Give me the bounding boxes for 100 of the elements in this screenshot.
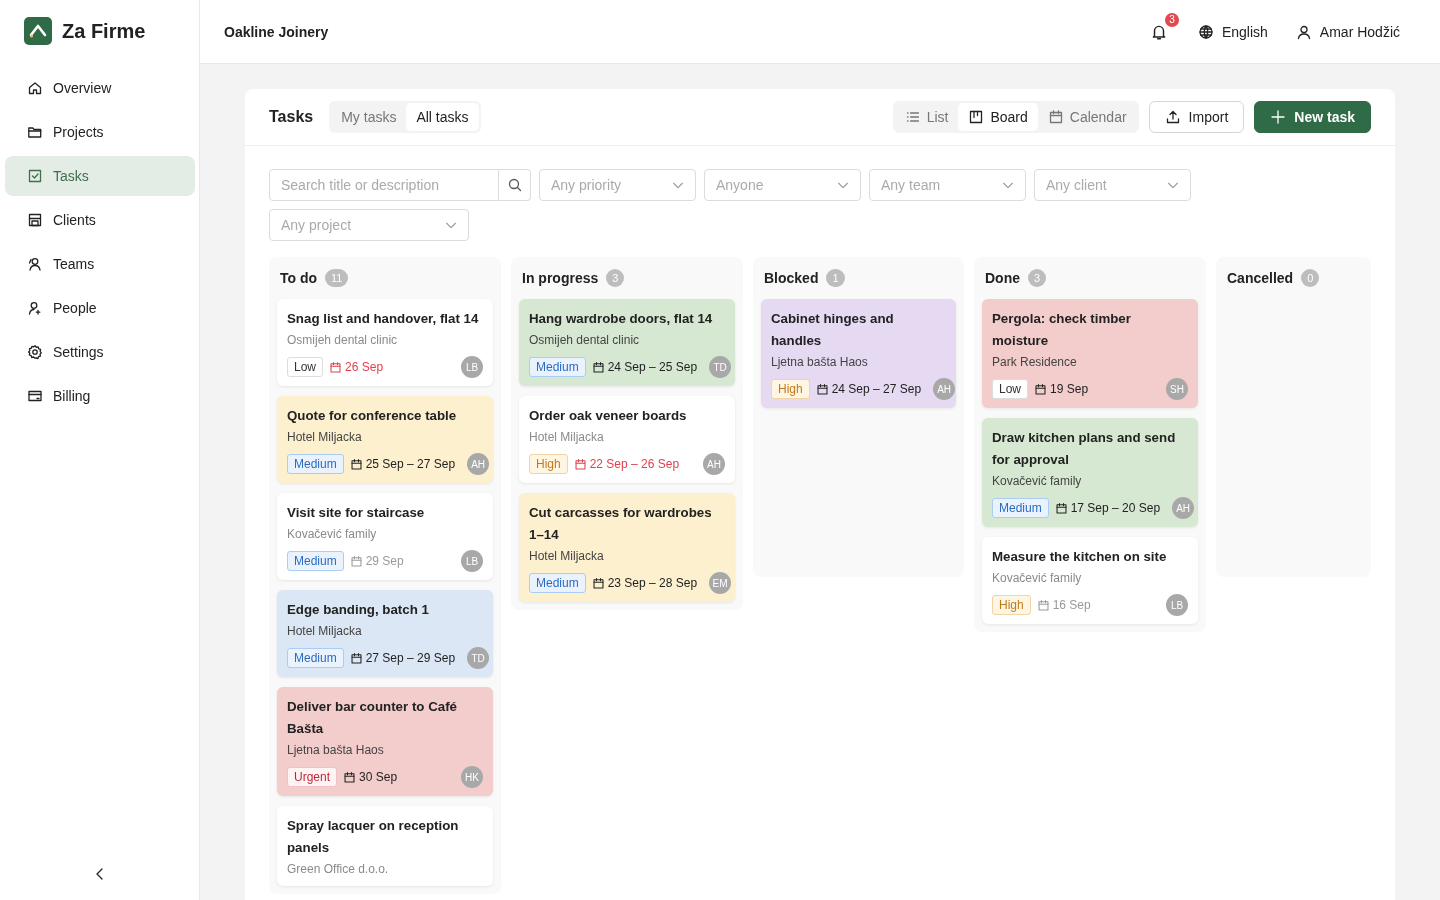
column-title: In progress: [522, 270, 599, 286]
due-date: 16 Sep: [1052, 598, 1091, 612]
user-icon: [1295, 23, 1312, 40]
assignee-avatar: AH: [467, 453, 490, 475]
assignee-avatar: LB: [1166, 594, 1188, 616]
calendar-icon: [349, 651, 363, 665]
scope-tab[interactable]: My tasks: [331, 103, 407, 131]
task-card[interactable]: Snag list and handover, flat 14 Osmijeh dental clinic Low 26 Sep LB: [277, 299, 493, 386]
view-tab[interactable]: Calendar: [1037, 103, 1137, 131]
task-card[interactable]: Measure the kitchen on site Kovačević family High 16 Sep LB: [982, 537, 1198, 624]
calendar-icon: [1036, 598, 1050, 612]
sidebar-item[interactable]: Teams: [5, 244, 195, 284]
client-name: Osmijeh dental clinic: [287, 332, 399, 349]
priority-tag: Low: [287, 357, 323, 377]
view-tab[interactable]: List: [894, 103, 959, 131]
sidebar-item[interactable]: People: [5, 288, 195, 328]
due-date: 26 Sep: [345, 360, 384, 374]
search-field[interactable]: Search title or description: [269, 169, 499, 201]
assignee-avatar: LB: [461, 356, 483, 378]
sidebar-item[interactable]: Billing: [5, 376, 195, 416]
priority-tag: Medium: [529, 357, 586, 377]
client-name: Hotel Miljacka: [529, 548, 605, 565]
assignee-avatar: AH: [703, 453, 725, 475]
task-card[interactable]: Quote for conference table Hotel Miljacka Medium 25 Sep – 27 Sep AH: [277, 396, 493, 483]
user-menu-button[interactable]: Amar Hodžić: [1295, 23, 1400, 40]
folder-icon: [27, 124, 43, 140]
task-card[interactable]: Pergola: check timber moisture Park Residence Low 19 Sep SH: [982, 299, 1198, 408]
due-date: 24 Sep – 25 Sep: [607, 360, 698, 374]
due-date: 19 Sep: [1050, 382, 1089, 396]
calendar-icon: [329, 360, 342, 374]
task-title: Measure the kitchen on site: [992, 548, 1168, 566]
app-name: Za Firme: [62, 19, 146, 43]
task-card[interactable]: Draw kitchen plans and send for approval Kovačević family Medium 17 Sep – 20 Sep AH: [982, 418, 1198, 527]
assignee-avatar: TD: [467, 647, 490, 669]
assignee-avatar: LB: [461, 550, 483, 572]
task-card[interactable]: Cabinet hinges and handles Ljetna bašta Haos High 24 Sep – 27 Sep AH: [761, 299, 956, 408]
calendar-icon: [1054, 501, 1068, 515]
assignee-avatar: EM: [709, 572, 732, 594]
task-title: Hang wardrobe doors, flat 14: [529, 310, 714, 328]
client-name: Kovačević family: [992, 473, 1083, 490]
client-name: Hotel Miljacka: [287, 429, 363, 446]
due-date: 29 Sep: [365, 554, 404, 568]
language-button[interactable]: English: [1197, 23, 1268, 40]
task-card[interactable]: Cut carcasses for wardrobes 1–14 Hotel Miljacka Medium 23 Sep – 28 Sep EM: [519, 493, 735, 602]
sidebar-item[interactable]: Projects: [5, 112, 195, 152]
task-card[interactable]: Visit site for staircase Kovačević family Medium 29 Sep LB: [277, 493, 493, 580]
count-badge: 3: [606, 269, 625, 287]
people-icon: [27, 300, 43, 316]
client-name: Osmijeh dental clinic: [529, 332, 641, 349]
task-title: Order oak veneer boards: [529, 407, 688, 425]
assignee-avatar: AH: [1172, 497, 1195, 519]
column-title: Cancelled: [1227, 270, 1294, 286]
settings-icon: [27, 344, 43, 360]
plus-icon: [1270, 109, 1287, 125]
count-badge: 0: [1301, 269, 1320, 287]
priority-tag: Medium: [992, 498, 1049, 518]
due-date: 17 Sep – 20 Sep: [1070, 501, 1161, 515]
column-title: Blocked: [764, 270, 819, 286]
team-icon: [27, 256, 43, 272]
task-card[interactable]: Hang wardrobe doors, flat 14 Osmijeh dental clinic Medium 24 Sep – 25 Sep TD: [519, 299, 735, 386]
calendar-icon: [1047, 109, 1064, 125]
calendar-icon: [573, 457, 587, 471]
task-card[interactable]: Deliver bar counter to Café Bašta Ljetna bašta Haos Urgent 30 Sep HK: [277, 687, 493, 796]
task-title: Cut carcasses for wardrobes 1–14: [529, 504, 713, 544]
client-name: Ljetna bašta Haos: [771, 354, 869, 371]
checkbox-icon: [27, 168, 43, 184]
calendar-icon: [1034, 382, 1047, 396]
task-card[interactable]: Spray lacquer on reception panels Green Office d.o.o.: [277, 806, 493, 886]
task-title: Quote for conference table: [287, 407, 458, 425]
panel-title: Tasks: [269, 108, 314, 126]
due-date: 25 Sep – 27 Sep: [365, 457, 456, 471]
task-card[interactable]: Edge banding, batch 1 Hotel Miljacka Medium 27 Sep – 29 Sep TD: [277, 590, 493, 677]
column-title: To do: [280, 270, 318, 286]
new-task-button[interactable]: New task: [1254, 101, 1371, 133]
priority-tag: Medium: [287, 454, 344, 474]
calendar-icon: [343, 770, 357, 784]
priority-tag: Low: [992, 379, 1028, 399]
import-button[interactable]: Import: [1148, 101, 1245, 133]
search-button[interactable]: [499, 169, 531, 201]
task-card[interactable]: Order oak veneer boards Hotel Miljacka High 22 Sep – 26 Sep AH: [519, 396, 735, 483]
sidebar-item[interactable]: Tasks: [5, 156, 195, 196]
calendar-icon: [591, 360, 605, 374]
calendar-icon: [349, 554, 363, 568]
sidebar-item[interactable]: Clients: [5, 200, 195, 240]
due-date: 24 Sep – 27 Sep: [831, 382, 922, 396]
client-name: Hotel Miljacka: [529, 429, 605, 446]
due-date: 30 Sep: [359, 770, 398, 784]
upload-icon: [1164, 109, 1181, 125]
view-tab[interactable]: Board: [958, 103, 1038, 131]
assignee-avatar: SH: [1166, 378, 1188, 400]
client-name: Hotel Miljacka: [287, 623, 363, 640]
scope-tab[interactable]: All tasks: [406, 103, 479, 131]
globe-icon: [1197, 23, 1214, 40]
count-badge: 1: [826, 269, 845, 287]
count-badge: 11: [325, 269, 349, 287]
sidebar-item[interactable]: Settings: [5, 332, 195, 372]
store-icon: [27, 212, 43, 228]
priority-tag: High: [992, 595, 1031, 615]
sidebar-item[interactable]: Overview: [5, 68, 195, 108]
client-name: Kovačević family: [287, 526, 378, 543]
